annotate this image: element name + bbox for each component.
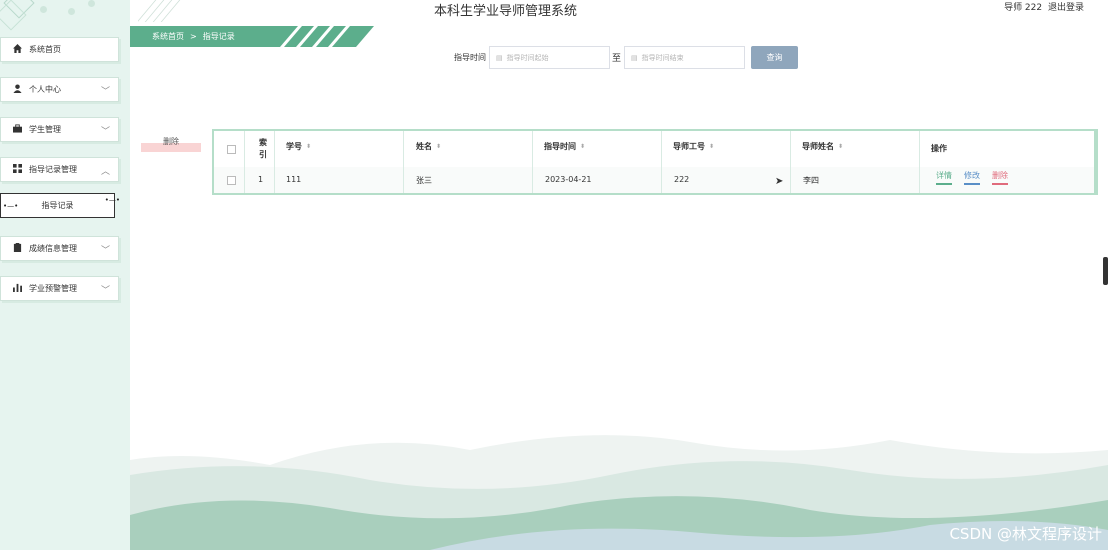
row-checkbox[interactable] [227, 176, 236, 185]
sidebar-item-label: 系统首页 [29, 45, 61, 54]
cell-tutor-id: 222 [674, 175, 690, 184]
chevron-up-icon: ︿ [100, 167, 110, 177]
header-student-id-label: 学号 [286, 142, 302, 151]
header-time[interactable]: 指导时间 ⬍ [544, 141, 585, 152]
cell-time: 2023-04-21 [545, 175, 592, 184]
sidebar-item-label: 个人中心 [29, 85, 61, 94]
sidebar-item-personal-center[interactable]: 个人中心 ﹀ [0, 77, 119, 102]
cell-student-id: 111 [286, 175, 302, 184]
mouse-cursor-icon: ➤ [775, 176, 784, 187]
chevron-down-icon: ﹀ [100, 246, 110, 256]
sort-icon: ⬍ [436, 143, 442, 150]
sidebar-item-guidance-record-management[interactable]: 指导记录管理 ︿ [0, 157, 119, 182]
start-date-placeholder: 指导时间起始 [506, 53, 549, 62]
sidebar-item-student-management[interactable]: 学生管理 ﹀ [0, 117, 119, 142]
sort-icon: ⬍ [709, 143, 715, 150]
select-all-checkbox[interactable] [227, 145, 236, 154]
watermark: CSDN @林文程序设计 [949, 525, 1102, 543]
header-index: 索引 [259, 138, 267, 159]
briefcase-icon [11, 124, 23, 135]
breadcrumb-text: 系统首页 > 指导记录 [152, 31, 235, 42]
sidebar-item-label: 学生管理 [29, 125, 61, 134]
breadcrumb: 系统首页 > 指导记录 [130, 26, 374, 47]
cell-tutor-name: 李四 [803, 176, 819, 185]
calendar-icon: ▤ [631, 53, 638, 62]
sidebar-item-label: 学业预警管理 [29, 284, 77, 293]
search-button[interactable]: 查询 [751, 46, 798, 69]
header-time-label: 指导时间 [544, 142, 576, 151]
decorative-dot [88, 0, 95, 7]
batch-delete-button[interactable]: 删除 [141, 136, 201, 153]
header-tutor-id[interactable]: 导师工号 ⬍ [673, 141, 714, 152]
delete-link[interactable]: 删除 [992, 170, 1008, 185]
grid-icon [11, 164, 23, 175]
start-date-input[interactable]: ▤ 指导时间起始 [489, 46, 610, 69]
cell-index: 1 [258, 175, 264, 184]
table-row-background [214, 167, 1094, 193]
bar-chart-icon [11, 283, 23, 294]
edit-link[interactable]: 修改 [964, 170, 980, 185]
sidebar-item-home[interactable]: 系统首页 [0, 37, 119, 62]
scroll-handle[interactable] [1103, 257, 1108, 285]
header-tutor-name[interactable]: 导师姓名 ⬍ [802, 141, 843, 152]
to-label: 至 [612, 54, 622, 64]
sidebar-item-academic-warning-management[interactable]: 学业预警管理 ﹀ [0, 276, 119, 301]
breadcrumb-home[interactable]: 系统首页 [152, 32, 184, 41]
header-name[interactable]: 姓名 ⬍ [416, 141, 441, 152]
delete-button-label: 删除 [163, 137, 179, 146]
app-title: 本科生学业导师管理系统 [434, 4, 578, 19]
chevron-down-icon: ﹀ [100, 127, 110, 137]
header-name-label: 姓名 [416, 142, 432, 151]
decorative-dot [68, 8, 75, 15]
user-label: 导师 222 [1004, 3, 1043, 13]
sidebar-item-label: 成绩信息管理 [29, 244, 77, 253]
header-student-id[interactable]: 学号 ⬍ [286, 141, 311, 152]
search-time-label: 指导时间 [454, 53, 486, 62]
logout-link[interactable]: 退出登录 [1048, 3, 1084, 13]
sidebar-item-grade-management[interactable]: 成绩信息管理 ﹀ [0, 236, 119, 261]
chevron-down-icon: ﹀ [100, 286, 110, 296]
sidebar: 系统首页 个人中心 ﹀ 学生管理 ﹀ 指导记录管理 ︿ •—• 指导记录 •—•… [0, 0, 130, 550]
decorative-dot [40, 6, 47, 13]
end-date-placeholder: 指导时间结束 [641, 53, 684, 62]
breadcrumb-separator: > [190, 32, 197, 41]
sort-icon: ⬍ [580, 143, 586, 150]
chevron-down-icon: ﹀ [100, 87, 110, 97]
drag-handle-right-icon: •—• [104, 196, 120, 204]
user-area: 导师 222 退出登录 [1001, 0, 1084, 13]
sidebar-item-label: 指导记录管理 [29, 165, 77, 174]
header-tutor-name-label: 导师姓名 [802, 142, 834, 151]
sort-icon: ⬍ [838, 143, 844, 150]
cell-name: 张三 [416, 176, 432, 185]
sidebar-subitem-guidance-record[interactable]: •—• 指导记录 •—• [0, 193, 120, 218]
sort-icon: ⬍ [306, 143, 312, 150]
data-table: 索引 学号 ⬍ 姓名 ⬍ 指导时间 ⬍ 导师工号 ⬍ 导师姓名 ⬍ 操作 1 111 张三… [212, 129, 1098, 195]
header-decoration [138, 0, 188, 22]
breadcrumb-current: 指导记录 [202, 32, 235, 41]
end-date-input[interactable]: ▤ 指导时间结束 [624, 46, 745, 69]
header-tutor-id-label: 导师工号 [673, 142, 705, 151]
clipboard-icon [11, 243, 23, 254]
header-operations: 操作 [931, 144, 947, 153]
home-icon [11, 44, 23, 55]
calendar-icon: ▤ [496, 53, 503, 62]
sidebar-subitem-label: 指导记录 [41, 201, 74, 210]
drag-handle-left-icon: •—• [3, 202, 19, 210]
user-icon [11, 84, 23, 95]
detail-link[interactable]: 详情 [936, 170, 952, 185]
